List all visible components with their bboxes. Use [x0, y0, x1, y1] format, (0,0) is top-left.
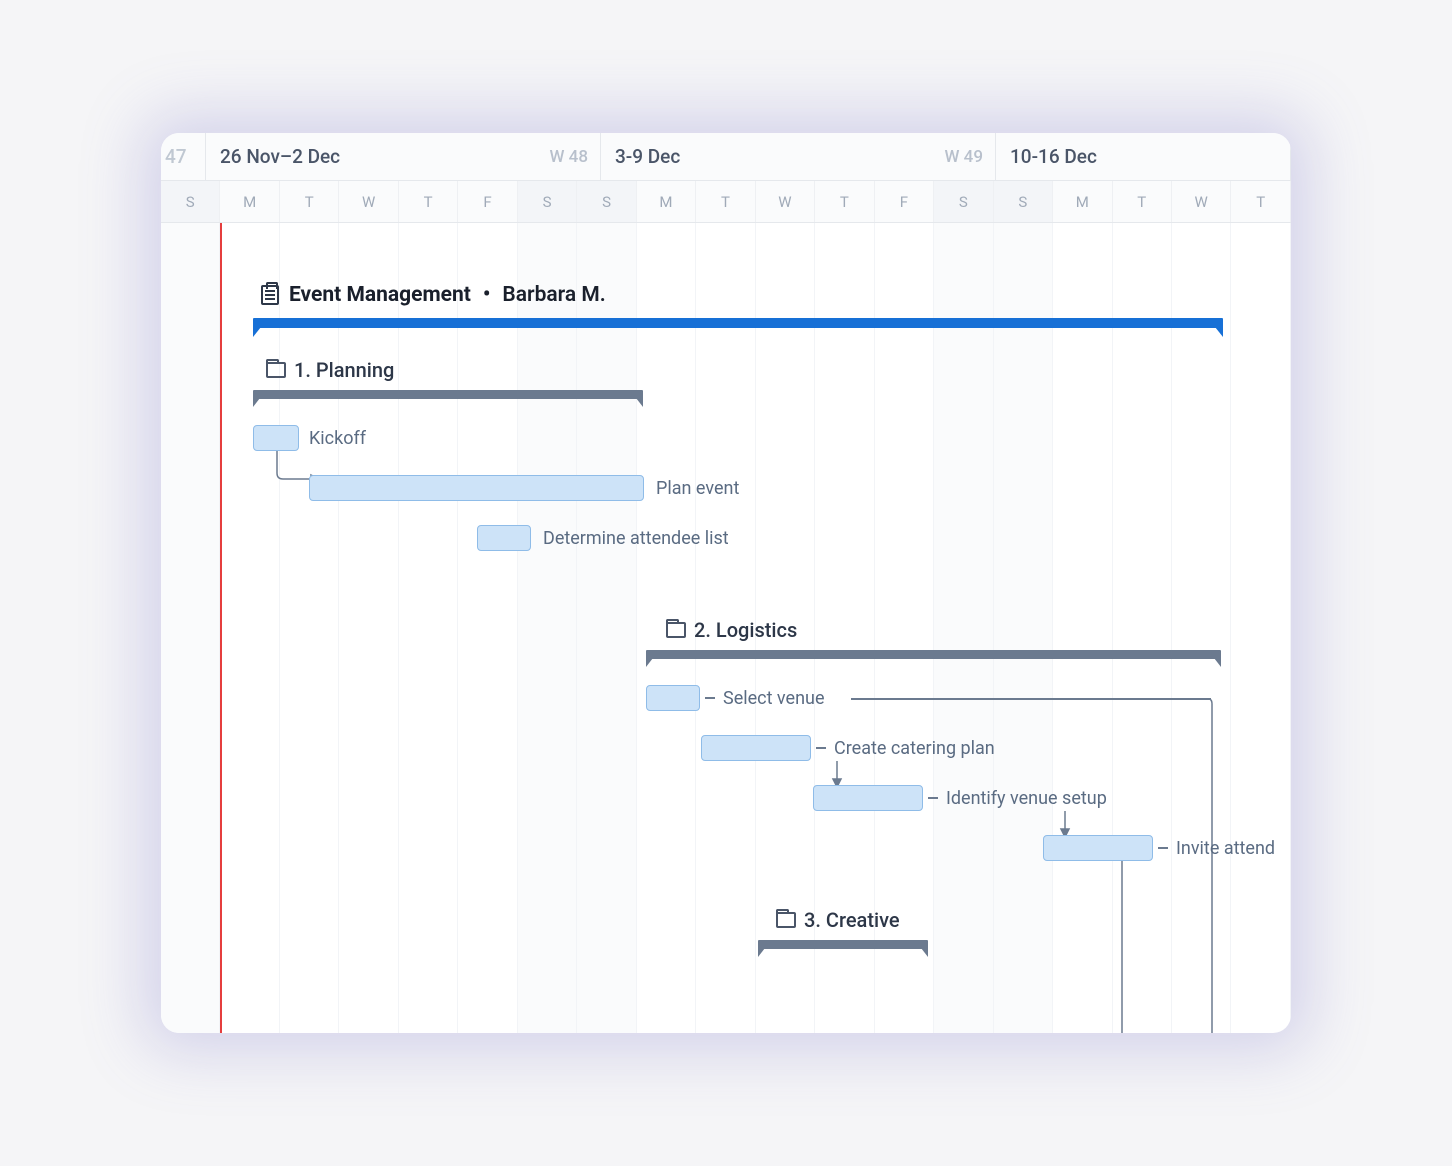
- folder-icon: [266, 362, 286, 378]
- folder-planning-label: 1. Planning: [294, 358, 394, 382]
- week-block[interactable]: 26 Nov–2 Dec W 48: [206, 133, 601, 180]
- folder-icon: [776, 912, 796, 928]
- folder-logistics-row: 2. Logistics: [666, 618, 1291, 668]
- dash-connector: [705, 697, 715, 699]
- today-marker: [220, 223, 222, 1033]
- day-cell[interactable]: M: [1053, 181, 1112, 222]
- project-owner: Barbara M.: [502, 283, 605, 307]
- folder-logistics-label: 2. Logistics: [694, 618, 797, 642]
- dependency-line: [851, 698, 1211, 700]
- day-cell[interactable]: W: [1172, 181, 1231, 222]
- dash-connector: [816, 747, 826, 749]
- folder-planning-row: 1. Planning: [266, 358, 1291, 408]
- folder-creative-bar[interactable]: [758, 940, 928, 949]
- day-cell[interactable]: T: [1113, 181, 1172, 222]
- day-cell[interactable]: S: [577, 181, 636, 222]
- day-cell[interactable]: T: [1231, 181, 1290, 222]
- folder-creative-row: 3. Creative: [776, 908, 1291, 958]
- day-cell[interactable]: S: [994, 181, 1053, 222]
- folder-planning-title[interactable]: 1. Planning: [266, 358, 1291, 382]
- task-determine-list-label: Determine attendee list: [543, 525, 729, 551]
- project-summary-bar[interactable]: [253, 318, 1223, 328]
- day-cell[interactable]: T: [815, 181, 874, 222]
- week-number: W 49: [944, 147, 983, 167]
- task-determine-list-bar[interactable]: [477, 525, 531, 551]
- gantt-body[interactable]: Event Management • Barbara M. 1. Plannin…: [161, 223, 1291, 1033]
- day-cell[interactable]: F: [458, 181, 517, 222]
- day-cell[interactable]: M: [637, 181, 696, 222]
- task-plan-event-label: Plan event: [656, 475, 739, 501]
- day-cell[interactable]: W: [339, 181, 398, 222]
- task-kickoff-bar[interactable]: [253, 425, 299, 451]
- gantt-frame: 47 26 Nov–2 Dec W 48 3-9 Dec W 49 10-16 Dec S…: [161, 133, 1291, 1033]
- task-catering-bar[interactable]: [701, 735, 811, 761]
- day-cell[interactable]: T: [280, 181, 339, 222]
- day-cell[interactable]: S: [161, 181, 220, 222]
- clipboard-icon: [261, 285, 279, 305]
- task-plan-event-bar[interactable]: [309, 475, 644, 501]
- folder-planning-bar[interactable]: [253, 390, 643, 399]
- task-venue-setup-label: Identify venue setup: [928, 785, 1107, 811]
- week-label: 3-9 Dec: [615, 145, 680, 168]
- week-number: W 48: [549, 147, 588, 167]
- folder-logistics-bar[interactable]: [646, 650, 1221, 659]
- task-invite-bar[interactable]: [1043, 835, 1153, 861]
- day-cell[interactable]: T: [399, 181, 458, 222]
- task-select-venue-label: Select venue: [705, 685, 825, 711]
- day-cell[interactable]: S: [934, 181, 993, 222]
- project-title[interactable]: Event Management • Barbara M.: [261, 283, 1291, 307]
- day-cell[interactable]: T: [696, 181, 755, 222]
- task-select-venue-bar[interactable]: [646, 685, 700, 711]
- week-label: 10-16 Dec: [1010, 145, 1097, 168]
- week-block[interactable]: 47: [161, 133, 206, 180]
- task-invite-label: Invite attend: [1158, 835, 1275, 861]
- day-cell[interactable]: S: [518, 181, 577, 222]
- day-cell[interactable]: F: [875, 181, 934, 222]
- day-cell[interactable]: W: [756, 181, 815, 222]
- week-block[interactable]: 3-9 Dec W 49: [601, 133, 996, 180]
- timeline-days-header: SMTWTFSSMTWTFSSMTWT: [161, 181, 1291, 223]
- dash-connector: [1158, 847, 1168, 849]
- folder-creative-title[interactable]: 3. Creative: [776, 908, 1291, 932]
- folder-logistics-title[interactable]: 2. Logistics: [666, 618, 1291, 642]
- folder-creative-label: 3. Creative: [804, 908, 900, 932]
- task-catering-label: Create catering plan: [816, 735, 995, 761]
- task-kickoff-label: Kickoff: [309, 425, 366, 451]
- week-block[interactable]: 10-16 Dec: [996, 133, 1291, 180]
- timeline-weeks-header: 47 26 Nov–2 Dec W 48 3-9 Dec W 49 10-16 Dec: [161, 133, 1291, 181]
- dash-connector: [928, 797, 938, 799]
- project-name: Event Management: [289, 283, 471, 307]
- day-cell[interactable]: M: [220, 181, 279, 222]
- gantt-content: Event Management • Barbara M. 1. Plannin…: [161, 223, 1291, 1033]
- dependency-arrow: [1206, 698, 1226, 1033]
- separator-dot: •: [483, 283, 491, 307]
- folder-icon: [666, 622, 686, 638]
- week-label: 26 Nov–2 Dec: [220, 145, 340, 168]
- week-label: 47: [165, 145, 187, 168]
- task-venue-setup-bar[interactable]: [813, 785, 923, 811]
